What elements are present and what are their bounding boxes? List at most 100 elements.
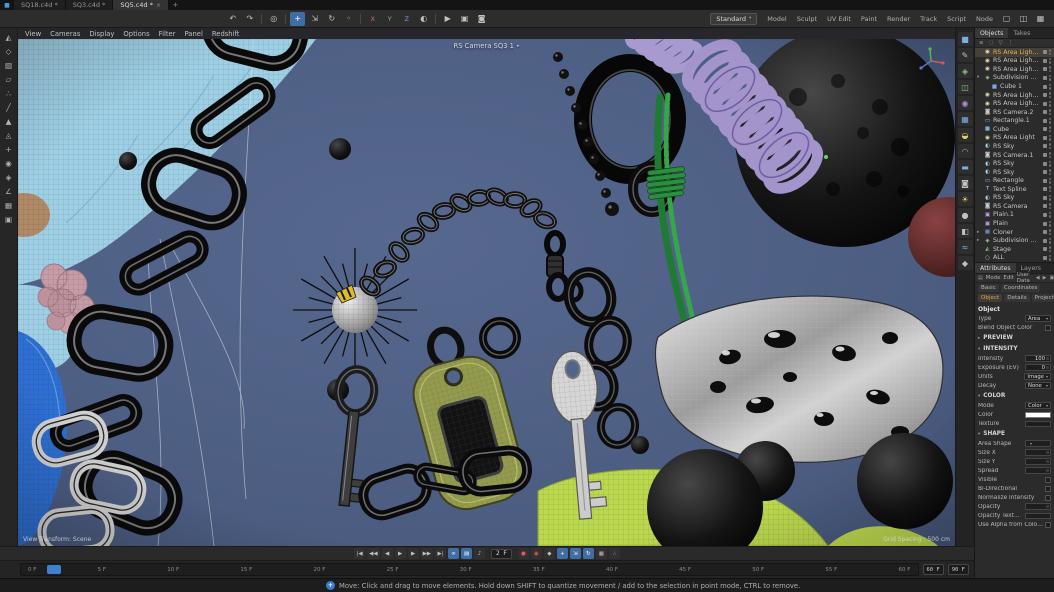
visibility-dot[interactable] — [1049, 70, 1052, 73]
object-tag-icon[interactable] — [1043, 187, 1047, 191]
visibility-dot[interactable] — [1049, 238, 1052, 241]
visibility-dot[interactable] — [1049, 84, 1052, 87]
visibility-dot[interactable] — [1049, 130, 1052, 133]
visibility-dots[interactable] — [1049, 229, 1052, 235]
attribute-control[interactable] — [1045, 477, 1051, 483]
visibility-dots[interactable] — [1049, 135, 1052, 141]
layout-tab[interactable]: Node — [972, 15, 997, 23]
viewport-panel[interactable]: View Cameras Display Options Filter Pane… — [18, 28, 955, 546]
object-list-item[interactable]: ◉ RS Area Light.4 — [975, 57, 1054, 66]
next-frame-button[interactable]: ▶ — [408, 548, 419, 559]
camera-menu-arrow-icon[interactable]: ▸ — [517, 43, 520, 49]
rotate-tool-icon[interactable]: ↻ — [324, 12, 339, 26]
visibility-dot[interactable] — [1049, 104, 1052, 107]
workplane-snap-icon[interactable]: ▦ — [2, 199, 16, 212]
autokey-toggle[interactable]: ◉ — [531, 548, 542, 559]
object-list-item[interactable]: ○ ALL — [975, 254, 1054, 263]
attribute-control[interactable]: Image — [1024, 373, 1051, 380]
prev-key-button[interactable]: ◀◀ — [367, 548, 379, 559]
expand-arrow-icon[interactable]: ▾ — [977, 75, 982, 80]
group-header-color[interactable]: ▾ COLOR — [978, 391, 1051, 401]
visibility-dot[interactable] — [1049, 173, 1052, 176]
live-selection-icon[interactable]: ◎ — [266, 12, 281, 26]
visibility-dot[interactable] — [1049, 96, 1052, 99]
subdivision-surface-icon[interactable]: ◈ — [958, 64, 973, 78]
layout-single-icon[interactable]: ▢ — [999, 12, 1014, 26]
redo-icon[interactable]: ↷ — [242, 12, 257, 26]
viewport-menu-item[interactable]: Cameras — [50, 30, 80, 38]
object-tag-icon[interactable] — [1043, 247, 1047, 251]
visibility-dot[interactable] — [1049, 215, 1052, 218]
layout-columns-icon[interactable]: ◫ — [1016, 12, 1031, 26]
object-tag-icon[interactable] — [1043, 85, 1047, 89]
visibility-dot[interactable] — [1049, 246, 1052, 249]
viewport-menu-item[interactable]: Display — [89, 30, 114, 38]
visibility-dot[interactable] — [1049, 186, 1052, 189]
record-pla-toggle[interactable]: ∴ — [609, 548, 620, 559]
object-tag-icon[interactable] — [1043, 153, 1047, 157]
visibility-dot[interactable] — [1049, 138, 1052, 141]
cube-primitive-icon[interactable]: ■ — [958, 32, 973, 46]
render-picture-viewer-icon[interactable]: ▣ — [457, 12, 472, 26]
object-list-item[interactable]: ◉ RS Area Light.2 — [975, 91, 1054, 100]
object-tag-icon[interactable] — [1043, 170, 1047, 174]
visibility-dot[interactable] — [1049, 118, 1052, 121]
attribute-control[interactable] — [1045, 495, 1051, 501]
object-list-item[interactable]: T Text Spline — [975, 185, 1054, 194]
object-list-item[interactable]: ▸ ▦ Cloner — [975, 228, 1054, 237]
visibility-dot[interactable] — [1049, 229, 1052, 232]
visibility-dots[interactable] — [1049, 221, 1052, 227]
points-mode-icon[interactable]: ∴ — [2, 87, 16, 100]
record-keyframe-button[interactable]: ● — [518, 548, 529, 559]
object-tag-icon[interactable] — [1043, 67, 1047, 71]
viewport-menu-item[interactable]: View — [25, 30, 41, 38]
attribute-control[interactable] — [1025, 458, 1051, 465]
object-list-item[interactable]: ◉ RS Area Light.3 — [975, 65, 1054, 74]
objects-search-icon[interactable]: ◌ — [989, 40, 994, 46]
close-tab-icon[interactable]: × — [156, 2, 161, 9]
attribute-tab[interactable]: Basic — [978, 284, 999, 292]
attribute-control[interactable] — [1025, 503, 1051, 510]
field-icon[interactable]: ◒ — [958, 128, 973, 142]
timeline-ruler[interactable]: 0 F 5 F 10 F 15 F 20 F 25 F 30 F — [20, 563, 919, 576]
texture-mode-icon[interactable]: ▨ — [2, 59, 16, 72]
object-tag-icon[interactable] — [1043, 204, 1047, 208]
keyframe-selection-button[interactable]: ◆ — [544, 548, 555, 559]
layout-tab[interactable]: UV Edit — [823, 15, 855, 23]
material-icon[interactable]: ● — [958, 208, 973, 222]
attribute-control[interactable] — [1025, 449, 1051, 456]
loop-toggle[interactable]: ∞ — [448, 548, 459, 559]
pen-spline-icon[interactable]: ✎ — [958, 48, 973, 62]
visibility-dot[interactable] — [1049, 255, 1052, 258]
attribute-control[interactable] — [1025, 467, 1051, 474]
objects-filter-icon[interactable]: ▽ — [998, 40, 1002, 46]
move-tool-icon[interactable]: + — [290, 12, 305, 26]
visibility-dots[interactable] — [1049, 195, 1052, 201]
visibility-dots[interactable] — [1049, 186, 1052, 192]
goto-start-button[interactable]: |◀ — [354, 548, 365, 559]
object-list-item[interactable]: ▸ ◈ Subdivision Surface — [975, 236, 1054, 245]
object-list-item[interactable]: ◉ RS Area Light.5 — [975, 48, 1054, 57]
preview-range-field[interactable]: 60 F — [923, 564, 944, 575]
visibility-dots[interactable] — [1049, 203, 1052, 209]
visibility-dots[interactable] — [1049, 126, 1052, 132]
document-tab[interactable]: SQ18.c4d * × — [14, 0, 66, 10]
axis-z-lock-icon[interactable]: Z — [399, 12, 414, 26]
object-tag-icon[interactable] — [1043, 102, 1047, 106]
visibility-dots[interactable] — [1049, 101, 1052, 107]
object-tag-icon[interactable] — [1043, 196, 1047, 200]
visibility-dot[interactable] — [1049, 75, 1052, 78]
expand-arrow-icon[interactable]: ▸ — [977, 230, 982, 235]
group-header-intensity[interactable]: ▾ INTENSITY — [978, 344, 1051, 354]
object-tag-icon[interactable] — [1043, 213, 1047, 217]
layout-tab[interactable]: Paint — [857, 15, 881, 23]
object-tag-icon[interactable] — [1043, 119, 1047, 123]
visibility-dot[interactable] — [1049, 241, 1052, 244]
viewport-canvas[interactable] — [18, 39, 955, 546]
goto-end-button[interactable]: ▶| — [435, 548, 446, 559]
node-editor-icon[interactable]: ◧ — [958, 224, 973, 238]
visibility-dot[interactable] — [1049, 87, 1052, 90]
next-key-button[interactable]: ▶▶ — [421, 548, 433, 559]
object-list-item[interactable]: ◐ RS Sky — [975, 142, 1054, 151]
attribute-control[interactable] — [1025, 421, 1051, 427]
